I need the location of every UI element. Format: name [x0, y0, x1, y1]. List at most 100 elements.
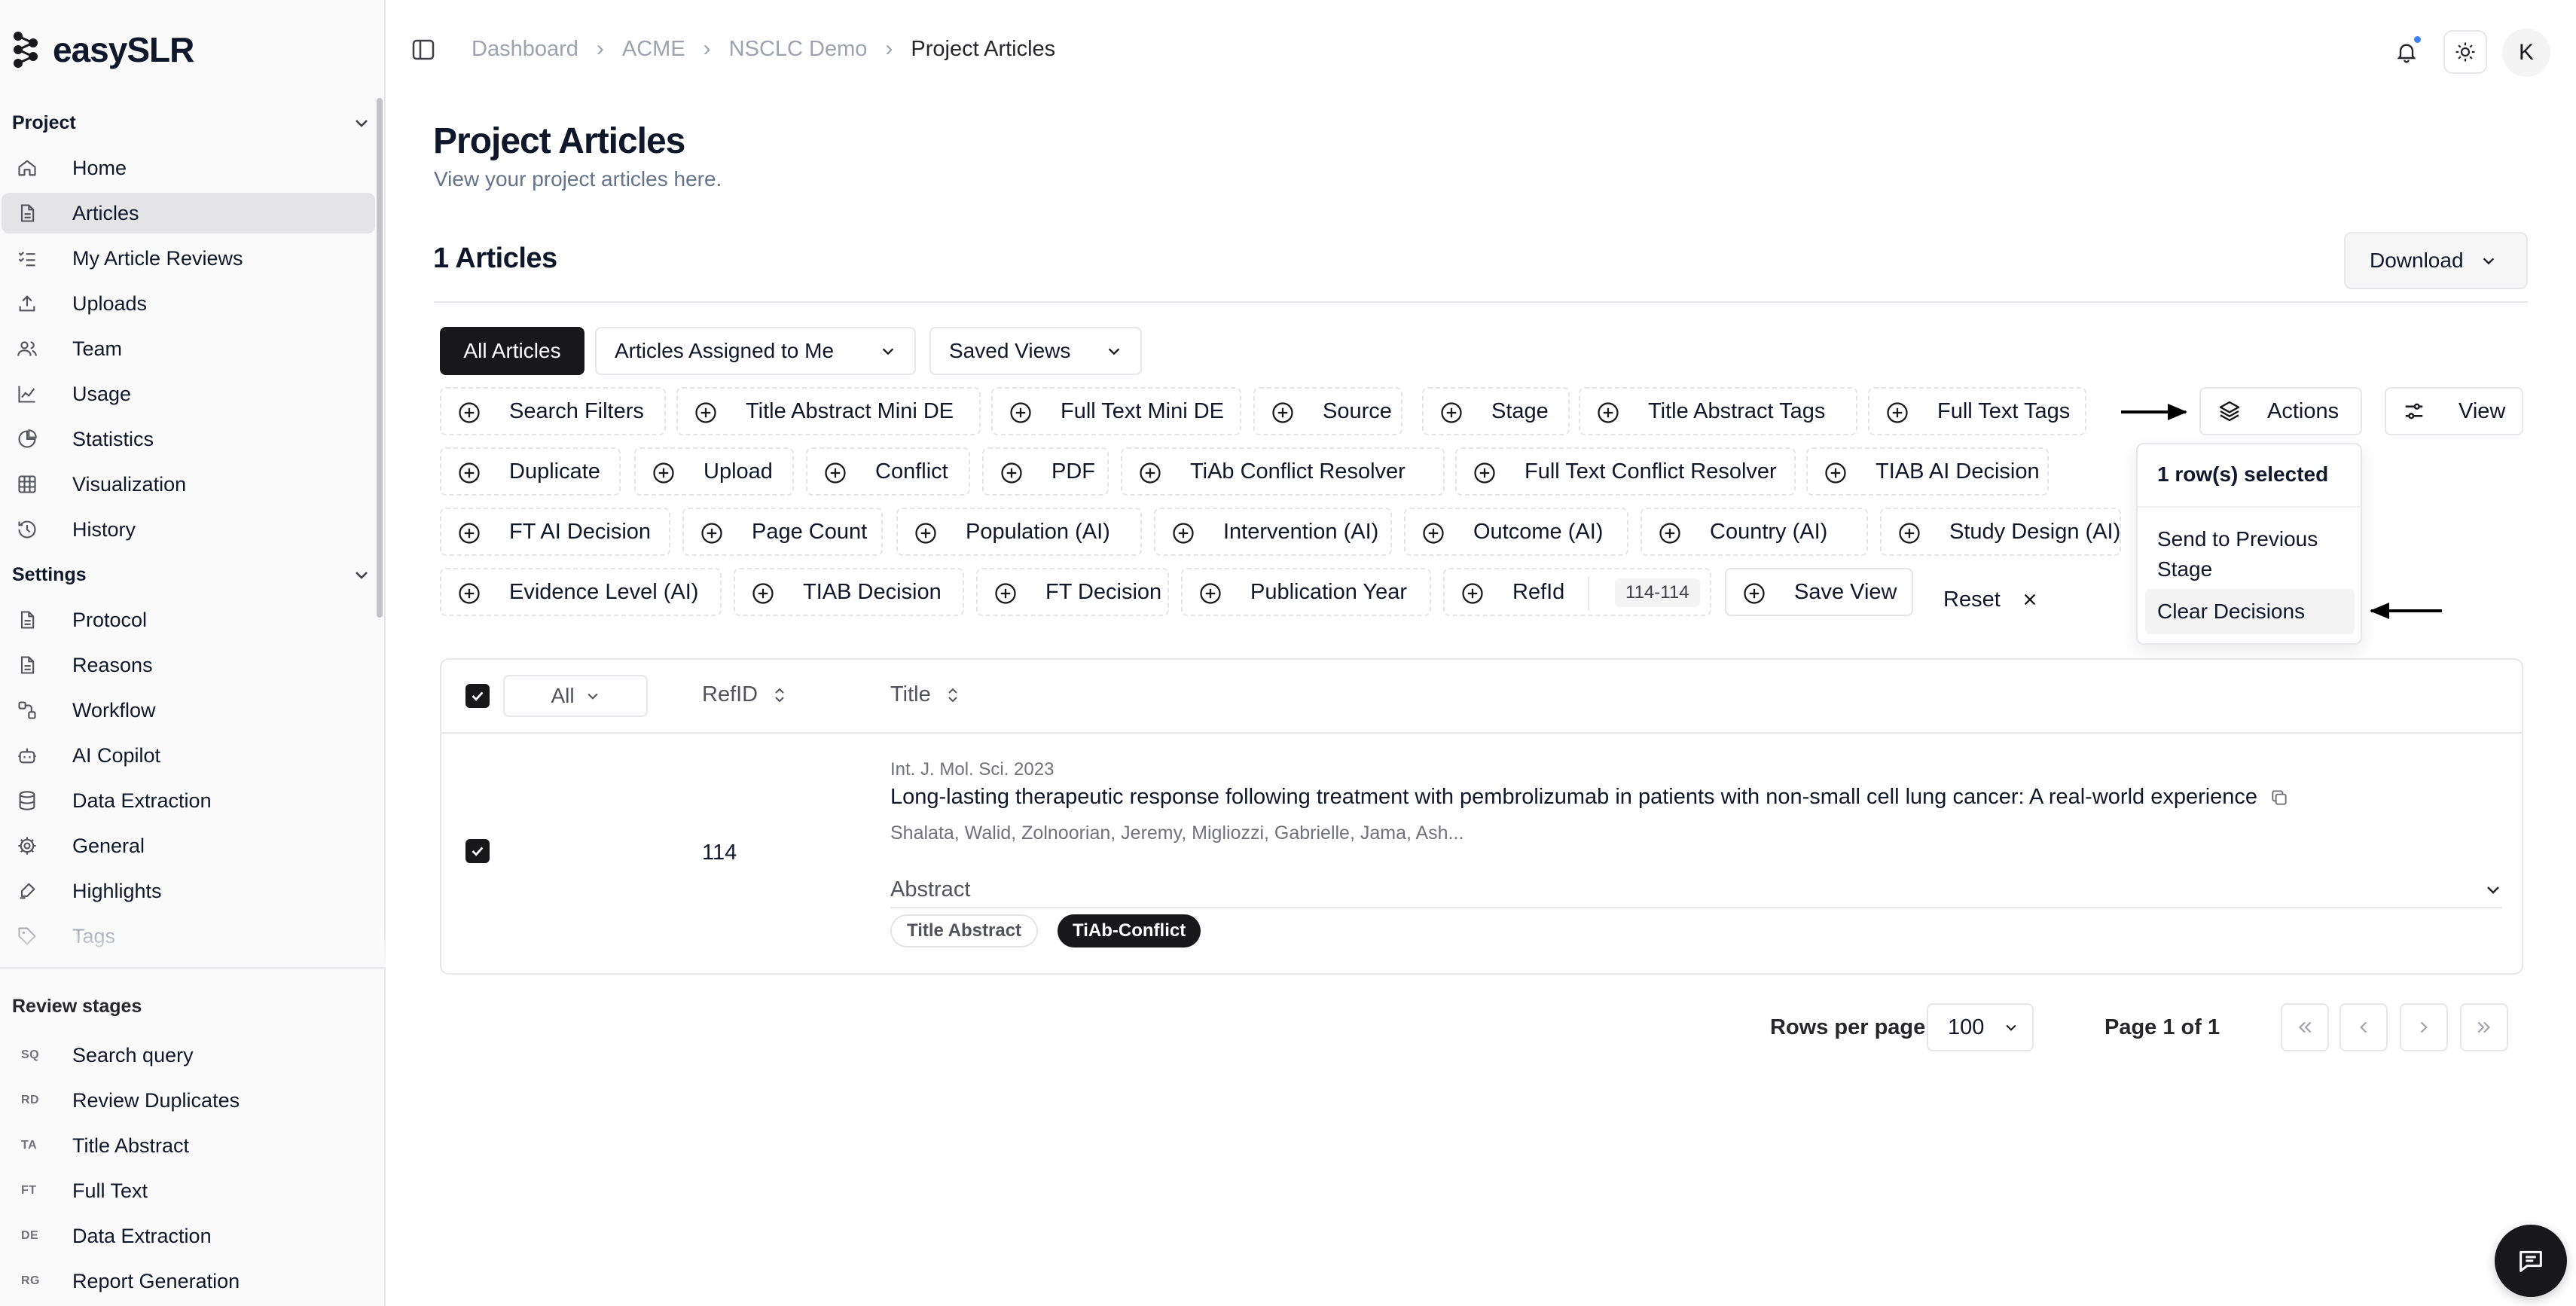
next-page-button[interactable] — [2400, 1003, 2448, 1051]
filter-chip-population-ai[interactable]: Population (AI) — [896, 508, 1142, 556]
filter-chip-publication-year[interactable]: Publication Year — [1181, 568, 1431, 616]
stage-item-full-text[interactable]: FT Full Text — [2, 1170, 375, 1211]
reset-filters-button[interactable]: Reset — [1943, 575, 2038, 624]
filter-chip-upload[interactable]: Upload — [634, 447, 794, 496]
sidebar-item-usage[interactable]: Usage — [2, 374, 375, 414]
filter-chip-source[interactable]: Source — [1253, 387, 1402, 435]
sidebar-item-visualization[interactable]: Visualization — [2, 464, 375, 505]
theme-toggle-button[interactable] — [2443, 30, 2487, 74]
select-all-checkbox[interactable] — [465, 684, 490, 708]
filter-chip-tiab-ai-decision[interactable]: TIAB AI Decision — [1806, 447, 2049, 496]
sidebar-item-home[interactable]: Home — [2, 148, 375, 188]
row-checkbox[interactable] — [465, 839, 490, 863]
menu-item-clear-decisions[interactable]: Clear Decisions — [2145, 589, 2355, 634]
sidebar-item-team[interactable]: Team — [2, 328, 375, 369]
sidebar-scrollbar[interactable] — [377, 98, 383, 618]
filter-chip-refid[interactable]: RefId 114-114 — [1443, 568, 1711, 616]
filter-chip-save-view[interactable]: Save View — [1725, 568, 1913, 616]
column-header-refid[interactable]: RefID — [702, 682, 786, 707]
project-section-header[interactable]: Project — [12, 104, 371, 142]
filter-chip-search-filters[interactable]: Search Filters — [440, 387, 666, 435]
chevron-right-icon — [2420, 1021, 2428, 1033]
breadcrumb-nsclc-demo[interactable]: NSCLC Demo — [729, 37, 868, 62]
sidebar-item-ai-copilot[interactable]: AI Copilot — [2, 735, 375, 776]
chevron-down-icon — [882, 348, 894, 355]
sidebar-item-workflow[interactable]: Workflow — [2, 690, 375, 731]
previous-page-button[interactable] — [2339, 1003, 2388, 1051]
filter-chip-tiab-decision[interactable]: TIAB Decision — [734, 568, 964, 616]
filter-chip-full-text-mini-de[interactable]: Full Text Mini DE — [991, 387, 1241, 435]
filter-chip-title-abstract-tags[interactable]: Title Abstract Tags — [1579, 387, 1857, 435]
sidebar-item-history[interactable]: History — [2, 509, 375, 550]
column-header-title[interactable]: Title — [890, 682, 960, 707]
stage-item-title-abstract[interactable]: TA Title Abstract — [2, 1125, 375, 1166]
filter-chip-label: Upload — [704, 459, 773, 484]
plus-circle-icon — [1744, 583, 1765, 604]
settings-section-header[interactable]: Settings — [12, 556, 371, 593]
plus-circle-icon — [1887, 402, 1908, 423]
filter-chip-outcome-ai[interactable]: Outcome (AI) — [1404, 508, 1628, 556]
selection-filter-select[interactable]: All — [503, 675, 648, 717]
sidebar-item-reasons[interactable]: Reasons — [2, 645, 375, 685]
sidebar-item-uploads[interactable]: Uploads — [2, 283, 375, 324]
tab-assigned-to-me[interactable]: Articles Assigned to Me — [595, 327, 916, 375]
chevron-down-icon — [356, 572, 368, 579]
filter-chip-label: Page Count — [752, 519, 868, 544]
notification-dot — [2413, 35, 2422, 44]
sidebar-item-my-article-reviews[interactable]: My Article Reviews — [2, 238, 375, 279]
sidebar-item-data-extraction[interactable]: Data Extraction — [2, 780, 375, 821]
notifications-button[interactable] — [2385, 30, 2428, 74]
filter-chip-duplicate[interactable]: Duplicate — [440, 447, 621, 496]
filter-chip-study-design-ai[interactable]: Study Design (AI) — [1880, 508, 2121, 556]
menu-item-send-to-previous-stage[interactable]: Send to Previous Stage — [2157, 524, 2346, 584]
filter-chip-ft-ai-decision[interactable]: FT AI Decision — [440, 508, 670, 556]
breadcrumb-dashboard[interactable]: Dashboard — [472, 37, 578, 62]
tab-saved-views[interactable]: Saved Views — [929, 327, 1142, 375]
actions-menu-divider — [2138, 506, 2361, 508]
filter-chip-title-abstract-mini-de[interactable]: Title Abstract Mini DE — [676, 387, 981, 435]
last-page-button[interactable] — [2460, 1003, 2508, 1051]
plus-circle-icon — [1825, 462, 1846, 484]
stage-item-search-query[interactable]: SQ Search query — [2, 1035, 375, 1076]
stage-item-report-generation[interactable]: RG Report Generation — [2, 1261, 375, 1301]
chat-support-button[interactable] — [2495, 1225, 2567, 1297]
row-title[interactable]: Long-lasting therapeutic response follow… — [890, 785, 2289, 810]
tab-all-articles[interactable]: All Articles — [440, 327, 584, 375]
sidebar-item-articles[interactable]: Articles — [2, 193, 375, 233]
sidebar-fade — [0, 926, 386, 967]
sidebar-item-protocol[interactable]: Protocol — [2, 600, 375, 640]
filter-chip-page-count[interactable]: Page Count — [682, 508, 883, 556]
rows-per-page-select[interactable]: 100 — [1927, 1003, 2034, 1051]
breadcrumb-acme[interactable]: ACME — [622, 37, 685, 62]
logo[interactable]: easySLR — [12, 29, 194, 71]
project-section-label: Project — [12, 111, 76, 133]
abstract-toggle[interactable]: Abstract — [890, 872, 2502, 908]
filter-chip-pdf[interactable]: PDF — [982, 447, 1109, 496]
filter-chip-conflict[interactable]: Conflict — [806, 447, 970, 496]
filter-chip-ft-decision[interactable]: FT Decision — [976, 568, 1169, 616]
view-options-button[interactable]: View — [2385, 387, 2523, 435]
users-icon — [17, 341, 37, 356]
copy-icon[interactable] — [2269, 788, 2289, 807]
first-page-button[interactable] — [2281, 1003, 2329, 1051]
filter-chip-intervention-ai[interactable]: Intervention (AI) — [1154, 508, 1392, 556]
sidebar-item-highlights[interactable]: Highlights — [2, 871, 375, 911]
annotation-arrow-left — [2370, 603, 2442, 619]
stage-item-data-extraction[interactable]: DE Data Extraction — [2, 1216, 375, 1256]
sidebar-item-statistics[interactable]: Statistics — [2, 419, 375, 459]
filter-chip-evidence-level-ai[interactable]: Evidence Level (AI) — [440, 568, 722, 616]
filter-chip-country-ai[interactable]: Country (AI) — [1641, 508, 1868, 556]
chevron-down-icon — [587, 693, 598, 700]
sidebar-toggle-icon[interactable] — [411, 38, 435, 62]
sidebar-item-label: Team — [72, 337, 123, 360]
download-label: Download — [2370, 249, 2464, 272]
filter-chip-full-text-tags[interactable]: Full Text Tags — [1868, 387, 2086, 435]
filter-chip-stage[interactable]: Stage — [1422, 387, 1570, 435]
sidebar-item-general[interactable]: General — [2, 825, 375, 866]
download-button[interactable]: Download — [2344, 232, 2528, 289]
filter-chip-full-text-conflict-resolver[interactable]: Full Text Conflict Resolver — [1455, 447, 1796, 496]
filter-chip-tiab-conflict-resolver[interactable]: TiAb Conflict Resolver — [1121, 447, 1445, 496]
avatar[interactable]: K — [2502, 29, 2550, 77]
actions-button[interactable]: Actions — [2199, 387, 2362, 435]
stage-item-review-duplicates[interactable]: RD Review Duplicates — [2, 1080, 375, 1121]
